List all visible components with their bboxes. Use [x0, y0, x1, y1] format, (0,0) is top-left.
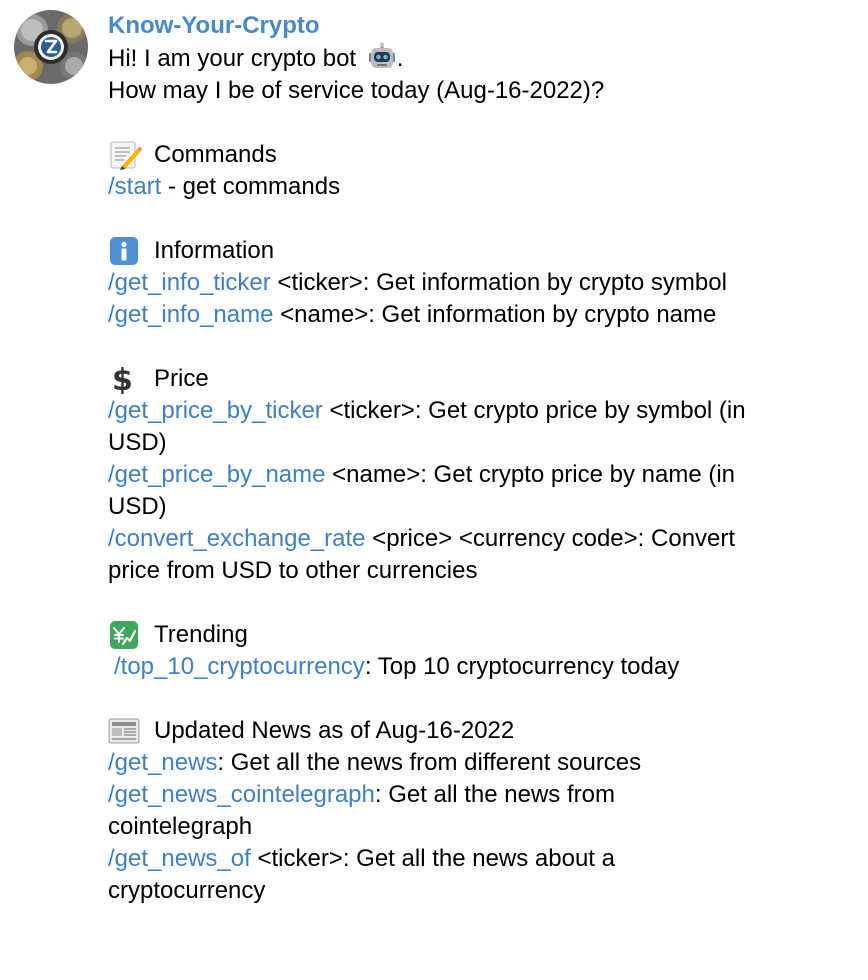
section-trending-header: Trending	[108, 619, 850, 651]
robot-icon	[367, 42, 397, 72]
command-description: : Get all the news from	[374, 781, 615, 808]
greeting-end: .	[396, 45, 404, 72]
command-description-continued: cointelegraph	[108, 813, 253, 840]
greeting-line-1: Hi! I am your crypto bot .	[108, 42, 850, 75]
top-10-cryptocurrency-command-link[interactable]: /top_10_cryptocurrency	[114, 653, 365, 680]
command-description: <name>: Get crypto price by name (in	[325, 461, 736, 488]
get-price-by-ticker-command-link[interactable]: /get_price_by_ticker	[108, 397, 323, 424]
get-news-cointelegraph-command-link[interactable]: /get_news_cointelegraph	[108, 781, 375, 808]
command-description-continued: USD)	[108, 493, 167, 520]
command-description: : Get all the news from different source…	[217, 749, 642, 776]
command-row: /get_news_of <ticker>: Get all the news …	[108, 843, 850, 875]
section-price-header: $ Price	[108, 363, 850, 398]
section-commands-header: Commands	[108, 139, 850, 171]
command-description: : Top 10 cryptocurrency today	[364, 653, 680, 680]
bot-avatar[interactable]	[14, 10, 88, 84]
memo-icon	[108, 140, 142, 170]
section-news-header: Updated News as of Aug-16-2022	[108, 715, 850, 747]
dollar-icon: $	[108, 363, 142, 398]
greeting-line-2: How may I be of service today (Aug-16-20…	[108, 77, 605, 104]
command-description-continued: cryptocurrency	[108, 877, 266, 904]
convert-exchange-rate-command-link[interactable]: /convert_exchange_rate	[108, 525, 366, 552]
get-news-of-command-link[interactable]: /get_news_of	[108, 845, 251, 872]
command-description-continued: USD)	[108, 429, 167, 456]
get-price-by-name-command-link[interactable]: /get_price_by_name	[108, 461, 325, 488]
get-news-command-link[interactable]: /get_news	[108, 749, 217, 776]
command-row: /get_info_ticker <ticker>: Get informati…	[108, 267, 850, 299]
get-info-ticker-command-link[interactable]: /get_info_ticker	[108, 269, 271, 296]
command-row: /get_news: Get all the news from differe…	[108, 747, 850, 779]
command-row: /get_news_cointelegraph: Get all the new…	[108, 779, 850, 811]
section-information-header: Information	[108, 235, 850, 267]
command-description-continued: price from USD to other currencies	[108, 557, 478, 584]
command-description: <price> <currency code>: Convert	[365, 525, 736, 552]
sender-name[interactable]: Know-Your-Crypto	[108, 10, 850, 42]
crypto-coins-avatar-image	[14, 10, 88, 84]
section-trending-title: Trending	[154, 621, 248, 648]
chart-yen-icon	[108, 620, 142, 650]
newspaper-icon	[108, 716, 142, 746]
section-commands-title: Commands	[154, 141, 277, 168]
command-row: /top_10_cryptocurrency: Top 10 cryptocur…	[108, 651, 850, 683]
section-information-title: Information	[154, 237, 275, 264]
section-price-title: Price	[154, 365, 209, 392]
command-row: /start - get commands	[108, 171, 850, 203]
command-description: <ticker>: Get all the news about a	[250, 845, 615, 872]
command-description: <ticker>: Get crypto price by symbol (in	[322, 397, 746, 424]
command-description: - get commands	[161, 173, 341, 200]
command-description: <name>: Get information by crypto name	[273, 301, 717, 328]
bot-message: Know-Your-Crypto Hi! I am your crypto bo…	[108, 10, 850, 907]
command-description: <ticker>: Get information by crypto symb…	[270, 269, 727, 296]
svg-text:$: $	[112, 364, 133, 394]
command-row: /get_price_by_ticker <ticker>: Get crypt…	[108, 395, 850, 427]
command-row: /get_price_by_name <name>: Get crypto pr…	[108, 459, 850, 491]
greeting-text: Hi! I am your crypto bot	[108, 45, 357, 72]
command-row: /convert_exchange_rate <price> <currency…	[108, 523, 850, 555]
section-news-title: Updated News as of Aug-16-2022	[154, 717, 515, 744]
start-command-link[interactable]: /start	[108, 173, 161, 200]
get-info-name-command-link[interactable]: /get_info_name	[108, 301, 273, 328]
info-icon	[108, 236, 142, 266]
command-row: /get_info_name <name>: Get information b…	[108, 299, 850, 331]
